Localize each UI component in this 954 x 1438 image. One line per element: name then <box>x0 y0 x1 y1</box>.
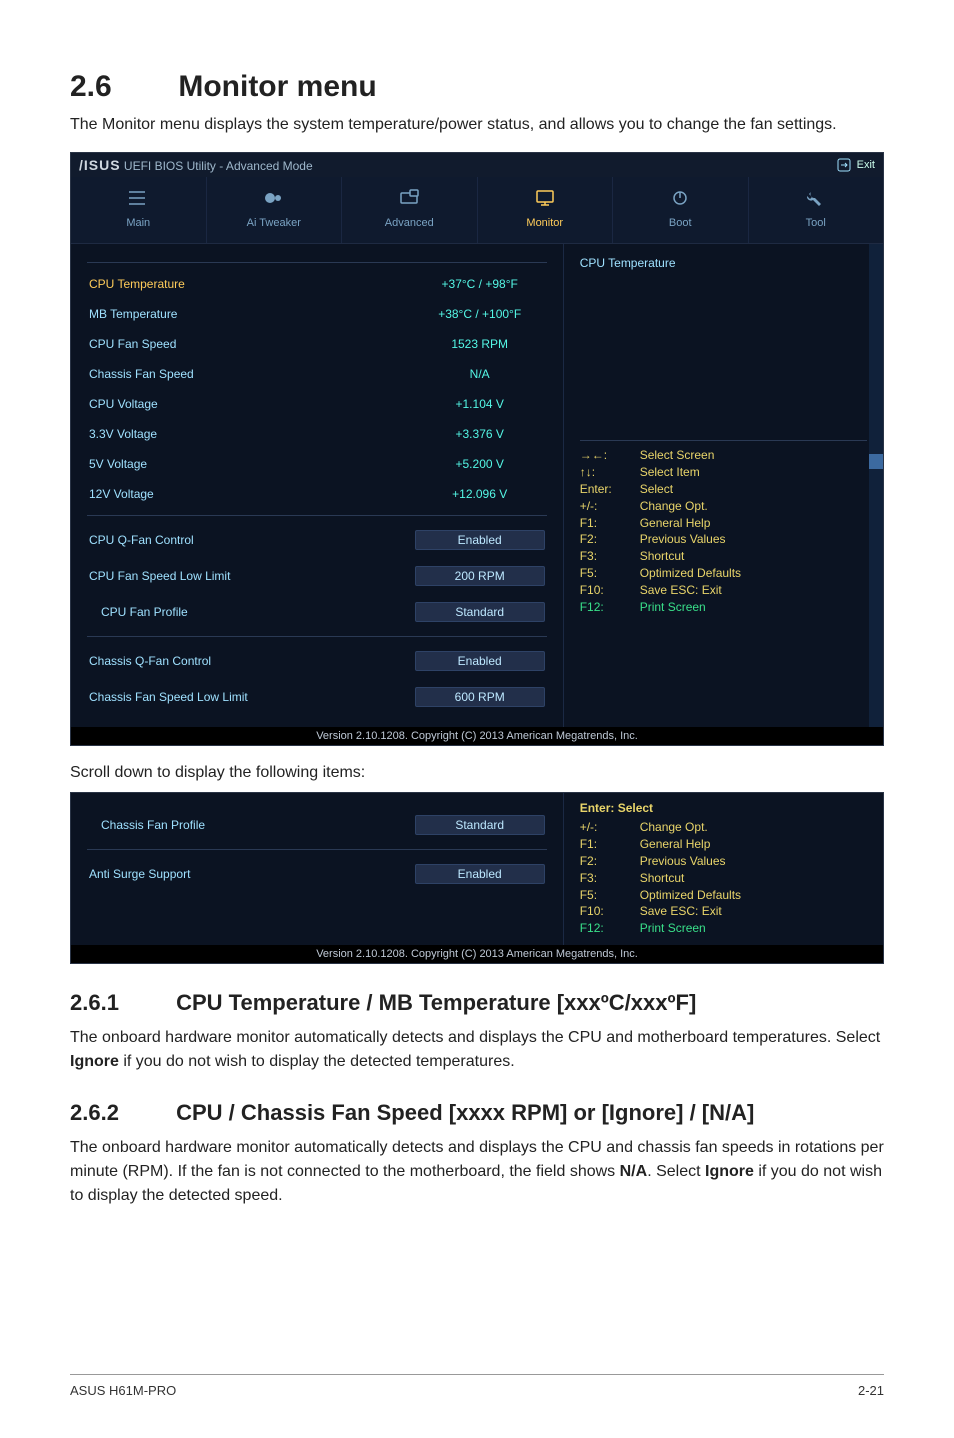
exit-icon <box>837 158 851 172</box>
tab-tool[interactable]: Tool <box>749 177 884 243</box>
bios2-copyright: Version 2.10.1208. Copyright (C) 2013 Am… <box>71 945 883 963</box>
section-heading: 2.6 Monitor menu <box>70 70 884 104</box>
section-number: 2.6 <box>70 70 170 104</box>
tweaker-icon <box>263 189 285 207</box>
tab-advanced-label: Advanced <box>385 217 434 229</box>
bios-right-panel: CPU Temperature →←:Select Screen ↑↓:Sele… <box>564 244 883 727</box>
tab-tool-label: Tool <box>806 217 826 229</box>
scrollbar-thumb[interactable] <box>869 454 883 469</box>
subsection-2-number: 2.6.2 <box>70 1100 170 1126</box>
bios2-left-panel: Chassis Fan ProfileStandard Anti Surge S… <box>71 793 564 945</box>
page-footer: ASUS H61M-PRO 2-21 <box>70 1374 884 1398</box>
row-5v-voltage[interactable]: 5V Voltage+5.200 V <box>87 449 547 479</box>
row-cpu-fan-low-limit[interactable]: CPU Fan Speed Low Limit200 RPM <box>87 558 547 594</box>
row-cpu-temperature[interactable]: CPU Temperature+37°C / +98°F <box>87 269 547 299</box>
tool-icon <box>805 189 827 207</box>
monitor-icon <box>534 189 556 207</box>
row-cpu-fan-speed[interactable]: CPU Fan Speed1523 RPM <box>87 329 547 359</box>
tab-monitor[interactable]: Monitor <box>478 177 614 243</box>
tab-boot[interactable]: Boot <box>613 177 749 243</box>
row-cpu-qfan-control[interactable]: CPU Q-Fan ControlEnabled <box>87 522 547 558</box>
row-chassis-fan-low-limit[interactable]: Chassis Fan Speed Low Limit600 RPM <box>87 679 547 715</box>
bios-left-panel: CPU Temperature+37°C / +98°F MB Temperat… <box>71 244 564 727</box>
subsection-1-title: CPU Temperature / MB Temperature [xxxºC/… <box>176 990 696 1015</box>
bios-titlebar: /ISUS UEFI BIOS Utility - Advanced Mode … <box>71 153 883 177</box>
row-cpu-fan-profile[interactable]: CPU Fan ProfileStandard <box>87 594 547 630</box>
bios-tabs: Main Ai Tweaker Advanced Monitor Boot To… <box>71 177 883 244</box>
bios-window: /ISUS UEFI BIOS Utility - Advanced Mode … <box>70 152 884 746</box>
row-chassis-fan-profile[interactable]: Chassis Fan ProfileStandard <box>87 807 547 843</box>
tab-monitor-label: Monitor <box>526 217 563 229</box>
row-3v-voltage[interactable]: 3.3V Voltage+3.376 V <box>87 419 547 449</box>
list-icon <box>127 189 149 207</box>
footer-left: ASUS H61M-PRO <box>70 1383 176 1398</box>
tab-advanced[interactable]: Advanced <box>342 177 478 243</box>
bios-exit-label: Exit <box>857 159 875 171</box>
row-chassis-qfan-control[interactable]: Chassis Q-Fan ControlEnabled <box>87 643 547 679</box>
tab-ai-tweaker-label: Ai Tweaker <box>247 217 301 229</box>
help-list: →←:Select Screen ↑↓:Select Item Enter:Se… <box>580 447 867 615</box>
subsection-2-para: The onboard hardware monitor automatical… <box>70 1136 884 1208</box>
bios2-right-panel: Enter: Select +/-:Change Opt. F1:General… <box>564 793 883 945</box>
section-title-text: Monitor menu <box>178 70 376 103</box>
boot-icon <box>669 189 691 207</box>
bios2-help-head: Enter: Select <box>580 801 867 815</box>
bios-scrollbar[interactable] <box>869 244 883 727</box>
bios-copyright: Version 2.10.1208. Copyright (C) 2013 Am… <box>71 727 883 745</box>
tab-boot-label: Boot <box>669 217 692 229</box>
row-mb-temperature[interactable]: MB Temperature+38°C / +100°F <box>87 299 547 329</box>
bios-title: UEFI BIOS Utility - Advanced Mode <box>124 159 313 173</box>
tab-main[interactable]: Main <box>71 177 207 243</box>
advanced-icon <box>398 189 420 207</box>
row-12v-voltage[interactable]: 12V Voltage+12.096 V <box>87 479 547 509</box>
subsection-1-heading: 2.6.1 CPU Temperature / MB Temperature [… <box>70 990 884 1016</box>
bios-window-2: Chassis Fan ProfileStandard Anti Surge S… <box>70 792 884 964</box>
subsection-2-title: CPU / Chassis Fan Speed [xxxx RPM] or [I… <box>176 1100 754 1125</box>
subsection-1-para: The onboard hardware monitor automatical… <box>70 1026 884 1074</box>
row-anti-surge-support[interactable]: Anti Surge SupportEnabled <box>87 856 547 892</box>
tab-main-label: Main <box>126 217 150 229</box>
bios-exit-button[interactable]: Exit <box>837 158 875 172</box>
bios-brand: /ISUS <box>79 157 121 173</box>
row-chassis-fan-speed[interactable]: Chassis Fan SpeedN/A <box>87 359 547 389</box>
right-title: CPU Temperature <box>580 256 867 270</box>
subsection-2-heading: 2.6.2 CPU / Chassis Fan Speed [xxxx RPM]… <box>70 1100 884 1126</box>
scroll-note: Scroll down to display the following ite… <box>70 764 884 782</box>
subsection-1-number: 2.6.1 <box>70 990 170 1016</box>
footer-right: 2-21 <box>858 1383 884 1398</box>
tab-ai-tweaker[interactable]: Ai Tweaker <box>207 177 343 243</box>
section-intro: The Monitor menu displays the system tem… <box>70 114 884 136</box>
row-cpu-voltage[interactable]: CPU Voltage+1.104 V <box>87 389 547 419</box>
